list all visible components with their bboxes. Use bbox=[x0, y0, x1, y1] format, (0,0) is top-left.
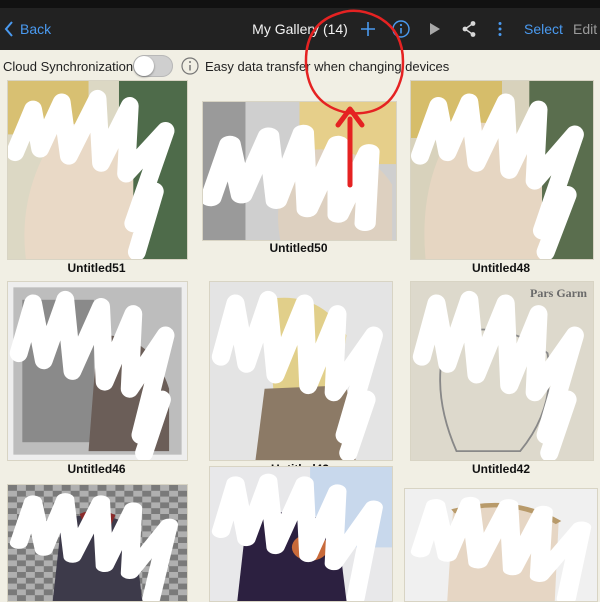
status-bar bbox=[0, 0, 600, 8]
back-button[interactable]: Back bbox=[4, 8, 51, 50]
gallery-title: My Gallery (14) bbox=[252, 21, 348, 37]
share-icon bbox=[462, 21, 476, 37]
edit-button[interactable]: Edit bbox=[573, 8, 597, 50]
toggle-knob bbox=[134, 56, 154, 76]
plus-icon bbox=[361, 22, 375, 36]
gallery-item[interactable]: Untitled43 bbox=[209, 281, 393, 477]
gallery-item[interactable]: Pars Garm Untitled42 bbox=[410, 281, 594, 477]
toggle-track bbox=[133, 55, 173, 77]
gallery-item[interactable]: Untitled48 bbox=[410, 80, 594, 275]
gallery-item[interactable] bbox=[7, 484, 188, 602]
artwork-title: Untitled46 bbox=[67, 462, 126, 476]
play-icon bbox=[430, 23, 440, 35]
cloud-sync-bar: Cloud Synchronization Easy data transfer… bbox=[0, 50, 600, 82]
back-label: Back bbox=[20, 21, 52, 37]
play-button[interactable] bbox=[425, 8, 445, 50]
artwork-watermark: Pars Garm bbox=[530, 286, 587, 300]
gallery-item[interactable] bbox=[209, 466, 393, 602]
artwork-thumbnail: Pars Garm bbox=[410, 281, 594, 461]
select-button[interactable]: Select bbox=[524, 8, 563, 50]
artwork-thumbnail bbox=[209, 466, 393, 602]
top-navigation-bar: Back My Gallery (14) Select Edit bbox=[0, 8, 600, 50]
artwork-thumbnail bbox=[209, 281, 393, 461]
back-chevron-icon bbox=[4, 21, 13, 37]
more-vertical-icon bbox=[498, 22, 502, 36]
add-button[interactable] bbox=[357, 8, 379, 50]
artwork-title: Untitled48 bbox=[471, 261, 530, 275]
info-icon bbox=[181, 57, 199, 75]
cloud-sync-toggle[interactable] bbox=[133, 50, 173, 82]
info-icon bbox=[392, 20, 410, 38]
gallery-item[interactable]: Untitled50 bbox=[202, 101, 397, 257]
artwork-thumbnail bbox=[404, 488, 598, 602]
cloud-sync-description: Easy data transfer when changing devices bbox=[205, 58, 450, 74]
info-button[interactable] bbox=[390, 8, 412, 50]
artwork-thumbnail bbox=[7, 281, 188, 461]
cloud-sync-info-button[interactable] bbox=[181, 50, 199, 82]
share-button[interactable] bbox=[458, 8, 480, 50]
artwork-title: Untitled42 bbox=[471, 462, 530, 476]
gallery-item[interactable] bbox=[404, 488, 598, 602]
artwork-thumbnail bbox=[410, 80, 594, 260]
gallery-item[interactable]: Untitled46 bbox=[7, 281, 188, 477]
artwork-thumbnail bbox=[202, 101, 397, 241]
artwork-thumbnail bbox=[7, 484, 188, 602]
artwork-title: Untitled50 bbox=[269, 241, 328, 255]
gallery-item[interactable]: Untitled51 bbox=[7, 80, 188, 275]
artwork-thumbnail bbox=[7, 80, 188, 260]
cloud-sync-label: Cloud Synchronization bbox=[3, 58, 134, 74]
more-options-button[interactable] bbox=[493, 8, 507, 50]
artwork-title: Untitled51 bbox=[67, 261, 126, 275]
